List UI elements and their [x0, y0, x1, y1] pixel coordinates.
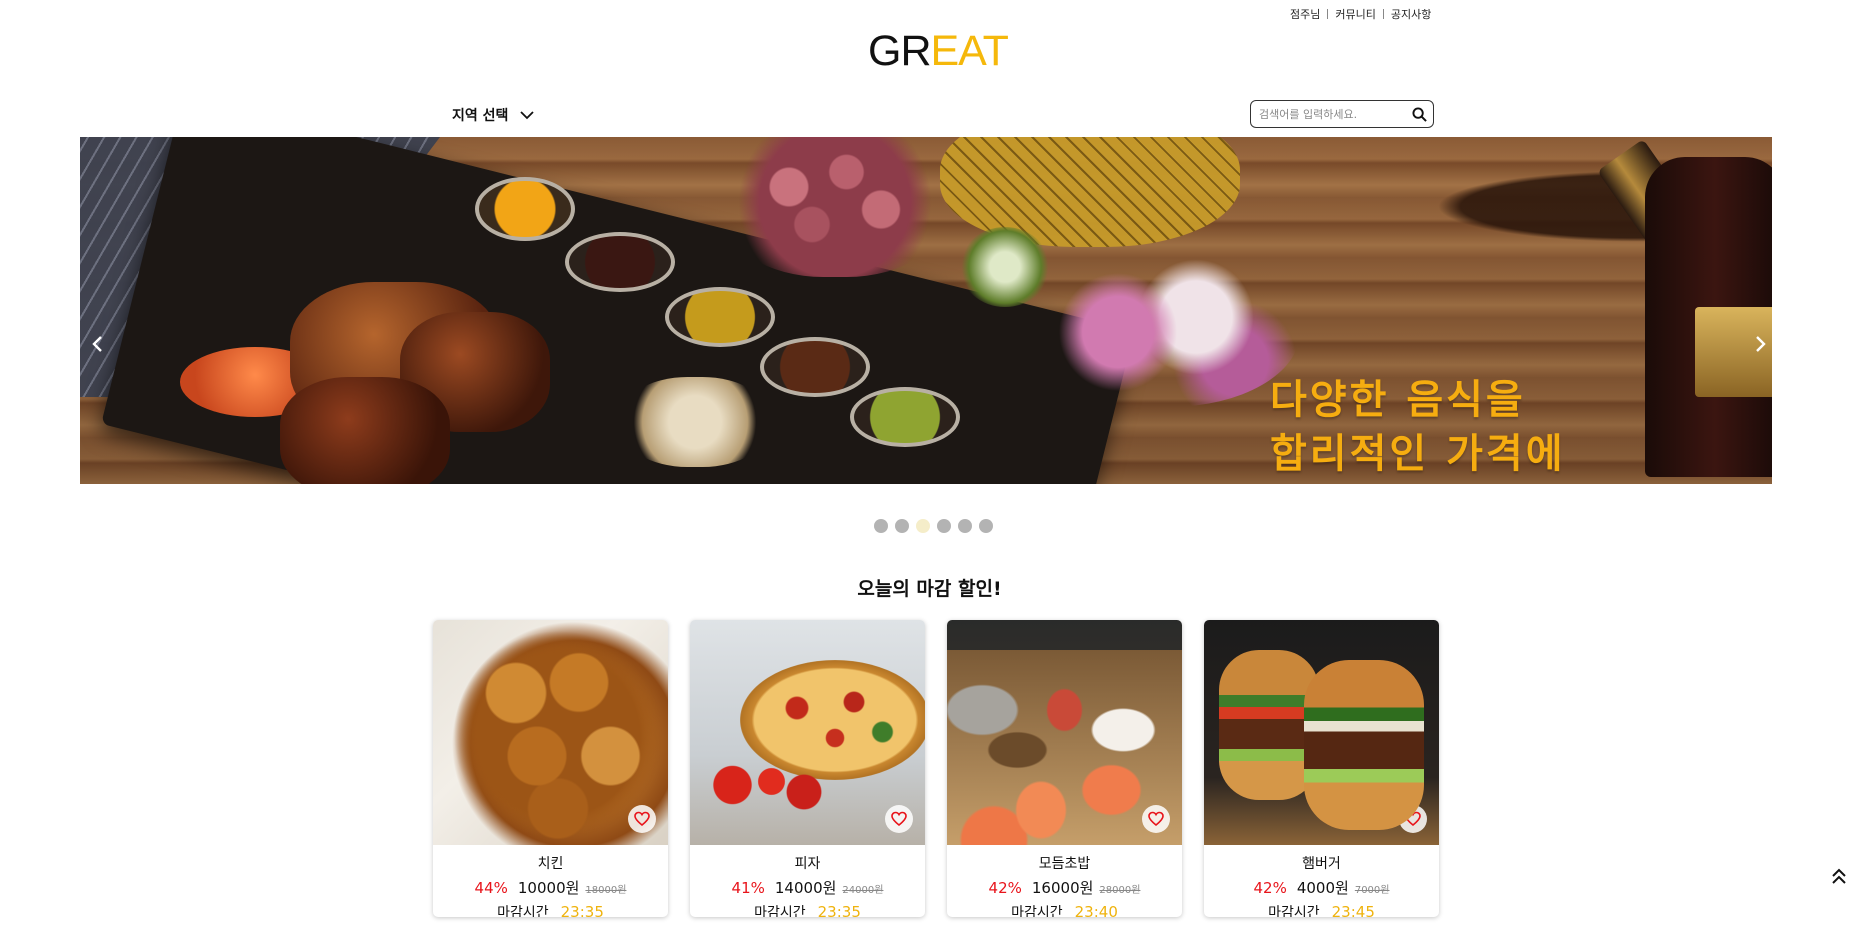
original-price: 28000원 [1099, 885, 1141, 896]
banner-slogan-line2: 합리적인 가격에 [1270, 431, 1566, 477]
deadline-time: 23:40 [1074, 903, 1118, 917]
chevron-down-icon [520, 111, 535, 120]
chevron-left-icon[interactable] [88, 333, 108, 355]
heart-icon[interactable] [628, 805, 656, 833]
carousel-dot[interactable] [958, 519, 972, 533]
discount-rate: 41% [731, 879, 765, 897]
search-icon[interactable] [1412, 106, 1427, 122]
deal-card[interactable]: 피자 41% 14000원 24000원 마감시간 23:35 [690, 620, 925, 917]
carousel-dots [874, 519, 1000, 533]
deadline-label: 마감시간 [754, 905, 806, 917]
owner-link[interactable]: 점주님 [1290, 6, 1320, 22]
sale-price: 4000원 [1296, 879, 1349, 897]
banner-bowl [665, 287, 775, 347]
original-price: 24000원 [842, 885, 884, 896]
carousel-dot[interactable] [874, 519, 888, 533]
deal-name: 치킨 [537, 856, 564, 872]
heart-icon[interactable] [1142, 805, 1170, 833]
region-select[interactable]: 지역 선택 [452, 105, 535, 125]
search-box [1250, 100, 1434, 128]
logo-part-eat: EAT [930, 27, 1009, 75]
banner-meat [280, 377, 450, 484]
deal-name: 햄버거 [1302, 856, 1341, 872]
banner-lettuce [960, 227, 1050, 307]
carousel-dot[interactable] [895, 519, 909, 533]
community-link[interactable]: 커뮤니티 [1335, 6, 1375, 22]
discount-rate: 42% [988, 879, 1022, 897]
banner-bowl [760, 337, 870, 397]
sale-price: 14000원 [774, 879, 837, 897]
divider [1382, 9, 1384, 19]
deal-deadline: 마감시간 23:35 [690, 902, 925, 917]
deal-deadline: 마감시간 23:45 [1204, 902, 1439, 917]
banner-mushrooms [620, 377, 770, 467]
deal-prices: 42% 16000원 28000원 [947, 877, 1182, 898]
deal-card[interactable]: 모듬초밥 42% 16000원 28000원 마감시간 23:40 [947, 620, 1182, 917]
chevron-right-icon[interactable] [1750, 333, 1770, 355]
carousel-dot[interactable] [979, 519, 993, 533]
carousel-dot-active[interactable] [916, 519, 930, 533]
section-title: 오늘의 마감 할인! [857, 578, 1002, 600]
region-select-label: 지역 선택 [452, 108, 509, 124]
banner-bowl [850, 387, 960, 447]
deadline-label: 마감시간 [497, 905, 549, 917]
deadline-time: 23:35 [560, 903, 604, 917]
deal-prices: 42% 4000원 7000원 [1204, 877, 1439, 898]
banner-flowers [1040, 257, 1300, 407]
deal-deadline: 마감시간 23:40 [947, 902, 1182, 917]
deal-deadline: 마감시간 23:35 [433, 902, 668, 917]
notice-link[interactable]: 공지사항 [1391, 6, 1431, 22]
logo[interactable]: GREAT [868, 27, 1009, 75]
deal-card-list: 치킨 44% 10000원 18000원 마감시간 23:35 피자 41% 14000… [433, 620, 1461, 917]
banner-bowl [475, 177, 575, 241]
double-chevron-up-icon[interactable] [1830, 866, 1848, 886]
deal-photo-chicken [433, 620, 668, 845]
banner-slogan-line1: 다양한 음식을 [1270, 377, 1526, 423]
banner-bowl [565, 232, 675, 292]
carousel-dot[interactable] [937, 519, 951, 533]
hero-banner: 다양한 음식을 합리적인 가격에 [80, 137, 1772, 484]
top-links: 점주님 커뮤니티 공지사항 [1290, 6, 1431, 22]
deal-photo-burger [1204, 620, 1439, 845]
deal-prices: 44% 10000원 18000원 [433, 877, 668, 898]
discount-rate: 44% [474, 879, 508, 897]
banner-slogan: 다양한 음식을 합리적인 가격에 [1270, 373, 1566, 481]
heart-icon[interactable] [885, 805, 913, 833]
banner-grapes [720, 137, 950, 277]
deal-photo-sushi [947, 620, 1182, 845]
deal-name: 피자 [794, 856, 821, 872]
logo-part-gr: GR [868, 27, 931, 75]
original-price: 18000원 [585, 885, 627, 896]
sale-price: 10000원 [517, 879, 580, 897]
deadline-label: 마감시간 [1268, 905, 1320, 917]
divider [1327, 9, 1329, 19]
heart-icon[interactable] [1399, 805, 1427, 833]
deadline-time: 23:35 [817, 903, 861, 917]
deal-card[interactable]: 치킨 44% 10000원 18000원 마감시간 23:35 [433, 620, 668, 917]
sale-price: 16000원 [1031, 879, 1094, 897]
deal-card[interactable]: 햄버거 42% 4000원 7000원 마감시간 23:45 [1204, 620, 1439, 917]
deadline-label: 마감시간 [1011, 905, 1063, 917]
search-input[interactable] [1259, 107, 1412, 121]
deal-name: 모듬초밥 [1038, 856, 1091, 872]
deal-photo-pizza [690, 620, 925, 845]
discount-rate: 42% [1253, 879, 1287, 897]
deal-prices: 41% 14000원 24000원 [690, 877, 925, 898]
deadline-time: 23:45 [1331, 903, 1375, 917]
original-price: 7000원 [1354, 885, 1390, 896]
